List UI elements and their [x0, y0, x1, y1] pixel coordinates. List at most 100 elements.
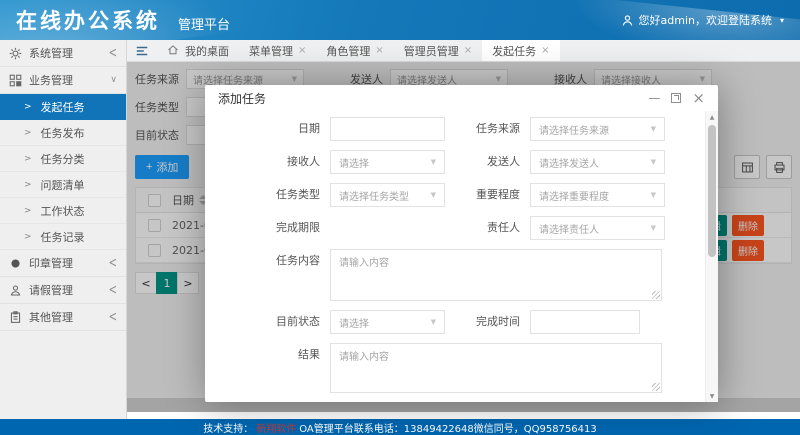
sidebar-item-label: 系统管理 [29, 45, 73, 61]
sidebar-subitem-task-record[interactable]: > 任务记录 [0, 224, 126, 250]
maximize-icon[interactable] [671, 93, 681, 103]
sidebar-item-label: 其他管理 [29, 309, 73, 325]
close-icon[interactable]: × [692, 91, 705, 106]
sidebar-item-label: 请假管理 [29, 282, 73, 298]
gear-icon [9, 47, 22, 60]
importance-select[interactable]: 请选择重要程度 ▼ [530, 183, 665, 207]
sidebar: 系统管理 < 业务管理 ∨ > 发起任务 > 任务发布 > 任务分类 > [0, 40, 127, 419]
sidebar-subitem-start-task[interactable]: > 发起任务 [0, 94, 126, 120]
tab-role-mgmt[interactable]: 角色管理 × [316, 40, 393, 61]
type-select[interactable]: 请选择任务类型 ▼ [330, 183, 445, 207]
receiver-select[interactable]: 请选择 ▼ [330, 150, 445, 174]
tab-label: 菜单管理 [249, 43, 293, 59]
footer-bar: 技术支持： 新翔软件 OA管理平台联系电话：13849422648微信同号，QQ… [0, 419, 800, 435]
tab-start-task[interactable]: 发起任务 × [482, 40, 559, 61]
result-textarea[interactable] [330, 343, 662, 393]
finish-time-field-label: 完成时间 [445, 310, 530, 334]
status-select[interactable]: 请选择 ▼ [330, 310, 445, 334]
source-select[interactable]: 请选择任务来源 ▼ [530, 117, 665, 141]
dialog-scrollbar[interactable]: ▲ ▼ [705, 111, 718, 402]
add-task-dialog: 添加任务 — × 日期 任务来源 请选择任务来源 ▼ 接收人 [205, 85, 718, 402]
sidebar-subitem-label: 任务分类 [41, 151, 85, 167]
date-input[interactable] [330, 117, 445, 141]
content-textarea[interactable] [330, 249, 662, 301]
sender-select[interactable]: 请选择发送人 ▼ [530, 150, 665, 174]
sidebar-item-seal-mgmt[interactable]: 印章管理 < [0, 250, 126, 277]
close-icon[interactable]: × [298, 45, 306, 56]
caret-down-icon: ▼ [431, 191, 436, 199]
clipboard-icon [9, 311, 22, 324]
sidebar-subitem-work-status[interactable]: > 工作状态 [0, 198, 126, 224]
tab-label: 我的桌面 [185, 43, 229, 59]
type-field-label: 任务类型 [205, 183, 330, 207]
seal-icon [9, 257, 22, 270]
tab-menu-mgmt[interactable]: 菜单管理 × [239, 40, 316, 61]
tab-bar: 我的桌面 菜单管理 × 角色管理 × 管理员管理 × 发起任务 × [127, 40, 800, 62]
sidebar-subitem-label: 工作状态 [41, 203, 85, 219]
result-field-label: 结果 [205, 343, 330, 367]
minimize-icon[interactable]: — [648, 92, 660, 104]
user-caret-icon: ▾ [780, 16, 784, 25]
modules-icon [9, 74, 22, 87]
tab-my-desktop[interactable]: 我的桌面 [157, 40, 239, 61]
tab-admin-mgmt[interactable]: 管理员管理 × [394, 40, 482, 61]
tab-label: 发起任务 [492, 43, 536, 59]
scroll-down-icon[interactable]: ▼ [706, 390, 718, 402]
collapse-chevron-icon: < [109, 309, 117, 324]
chevron-right-icon: > [24, 232, 32, 242]
close-icon[interactable]: × [375, 45, 383, 56]
finish-time-input[interactable] [530, 310, 640, 334]
caret-down-icon: ▼ [431, 158, 436, 166]
sidebar-subitem-issue-list[interactable]: > 问题清单 [0, 172, 126, 198]
responsible-select[interactable]: 请选择责任人 ▼ [530, 216, 665, 240]
chevron-right-icon: > [24, 206, 32, 216]
chevron-right-icon: > [24, 102, 32, 112]
source-field-label: 任务来源 [445, 117, 530, 141]
sender-field-label: 发送人 [445, 150, 530, 174]
sidebar-item-leave-mgmt[interactable]: 请假管理 < [0, 277, 126, 304]
support-prefix: 技术支持： [203, 420, 253, 435]
dialog-titlebar: 添加任务 — × [205, 85, 718, 111]
scrollbar-thumb[interactable] [708, 125, 716, 257]
sidebar-item-other-mgmt[interactable]: 其他管理 < [0, 304, 126, 331]
collapse-chevron-icon: < [109, 255, 117, 270]
sidebar-item-business-mgmt[interactable]: 业务管理 ∨ [0, 67, 126, 94]
dialog-form: 日期 任务来源 请选择任务来源 ▼ 接收人 请选择 ▼ 发送人 请选择发送人 ▼ [205, 111, 705, 402]
scroll-up-icon[interactable]: ▲ [706, 111, 718, 123]
close-icon[interactable]: × [464, 45, 472, 56]
result-textarea-wrap [330, 343, 662, 393]
date-field-label: 日期 [205, 117, 330, 141]
content-field-label: 任务内容 [205, 249, 330, 273]
sidebar-subitem-label: 任务发布 [41, 125, 85, 141]
sidebar-subitem-task-publish[interactable]: > 任务发布 [0, 120, 126, 146]
user-icon [621, 14, 634, 27]
sidebar-subitem-task-category[interactable]: > 任务分类 [0, 146, 126, 172]
chevron-right-icon: > [24, 128, 32, 138]
sidebar-subitem-label: 发起任务 [41, 99, 85, 115]
chevron-right-icon: > [24, 154, 32, 164]
close-icon[interactable]: × [541, 45, 549, 56]
chevron-right-icon: > [24, 180, 32, 190]
user-menu[interactable]: 您好admin，欢迎登陆系统 ▾ [621, 12, 784, 28]
app-title: 在线办公系统 [16, 5, 160, 35]
collapse-chevron-icon: < [109, 45, 117, 60]
deadline-field[interactable] [330, 216, 445, 240]
app-subtitle: 管理平台 [178, 14, 230, 33]
sidebar-subitem-label: 任务记录 [41, 229, 85, 245]
footer-contact: OA管理平台联系电话：13849422648微信同号，QQ958756413 [299, 420, 597, 435]
sidebar-item-label: 印章管理 [29, 255, 73, 271]
sidebar-item-label: 业务管理 [29, 72, 73, 88]
deadline-field-label: 完成期限 [205, 216, 330, 240]
importance-field-label: 重要程度 [445, 183, 530, 207]
sidebar-subitem-label: 问题清单 [41, 177, 85, 193]
collapse-chevron-icon: < [109, 282, 117, 297]
content-textarea-wrap [330, 249, 662, 301]
dialog-controls: — × [648, 91, 705, 106]
tab-list-toggle[interactable] [127, 40, 157, 61]
content-bottom-gap [127, 412, 800, 419]
caret-down-icon: ▼ [651, 191, 656, 199]
vendor-name: 新翔软件 [256, 420, 296, 435]
receiver-field-label: 接收人 [205, 150, 330, 174]
user-greeting: 您好admin，欢迎登陆系统 [639, 12, 772, 28]
sidebar-item-system-mgmt[interactable]: 系统管理 < [0, 40, 126, 67]
